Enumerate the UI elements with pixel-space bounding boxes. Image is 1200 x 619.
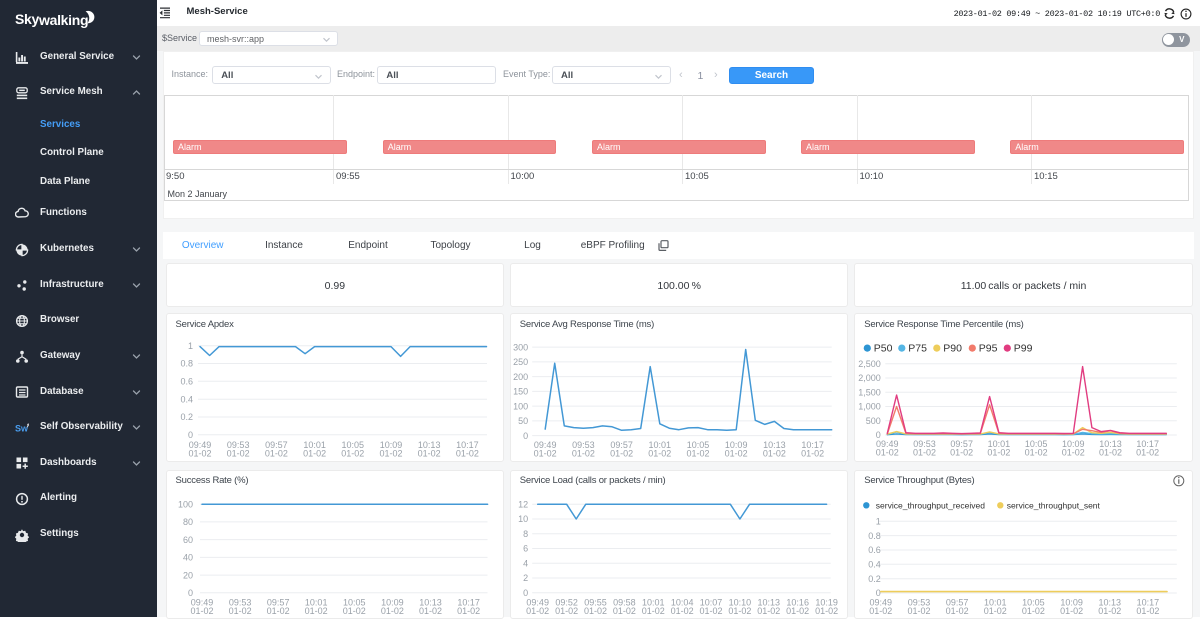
- svg-text:0: 0: [523, 588, 528, 598]
- svg-text:0: 0: [187, 588, 192, 598]
- svg-text:01-02: 01-02: [1098, 606, 1121, 616]
- svg-text:2,000: 2,000: [858, 374, 881, 384]
- svg-text:01-02: 01-02: [763, 449, 786, 459]
- svg-text:01-02: 01-02: [264, 449, 287, 459]
- svg-text:300: 300: [513, 343, 528, 353]
- svg-text:0: 0: [187, 430, 192, 440]
- svg-text:01-02: 01-02: [699, 606, 722, 616]
- svg-text:0.8: 0.8: [180, 359, 193, 369]
- svg-text:01-02: 01-02: [908, 606, 931, 616]
- svg-text:01-02: 01-02: [670, 606, 693, 616]
- svg-text:01-02: 01-02: [417, 449, 440, 459]
- svg-text:2: 2: [523, 573, 528, 583]
- svg-text:01-02: 01-02: [648, 449, 671, 459]
- svg-text:200: 200: [513, 372, 528, 382]
- svg-text:01-02: 01-02: [686, 449, 709, 459]
- svg-text:01-02: 01-02: [533, 449, 556, 459]
- svg-text:01-02: 01-02: [379, 449, 402, 459]
- svg-text:100: 100: [177, 500, 192, 510]
- svg-text:01-02: 01-02: [455, 449, 478, 459]
- svg-text:01-02: 01-02: [610, 449, 633, 459]
- svg-text:0.4: 0.4: [180, 395, 193, 405]
- svg-text:0.2: 0.2: [868, 574, 881, 584]
- svg-text:80: 80: [182, 517, 192, 527]
- svg-text:01-02: 01-02: [801, 449, 824, 459]
- svg-text:service_throughput_sent: service_throughput_sent: [1007, 500, 1101, 510]
- svg-text:01-02: 01-02: [946, 606, 969, 616]
- svg-text:01-02: 01-02: [457, 606, 480, 616]
- svg-text:01-02: 01-02: [728, 606, 751, 616]
- svg-text:150: 150: [513, 387, 528, 397]
- svg-text:P50: P50: [874, 343, 893, 355]
- svg-text:20: 20: [182, 570, 192, 580]
- svg-text:P75: P75: [908, 343, 927, 355]
- svg-text:500: 500: [866, 416, 881, 426]
- svg-text:1: 1: [876, 517, 881, 527]
- svg-text:01-02: 01-02: [228, 606, 251, 616]
- svg-text:0.4: 0.4: [868, 560, 881, 570]
- svg-text:01-02: 01-02: [304, 606, 327, 616]
- svg-text:40: 40: [182, 553, 192, 563]
- svg-text:P90: P90: [943, 343, 962, 355]
- svg-text:01-02: 01-02: [226, 449, 249, 459]
- svg-text:4: 4: [523, 559, 528, 569]
- svg-text:8: 8: [523, 529, 528, 539]
- svg-text:01-02: 01-02: [526, 606, 549, 616]
- svg-text:01-02: 01-02: [1022, 606, 1045, 616]
- svg-text:P95: P95: [979, 343, 998, 355]
- svg-text:01-02: 01-02: [380, 606, 403, 616]
- svg-text:01-02: 01-02: [815, 606, 838, 616]
- svg-text:01-02: 01-02: [786, 606, 809, 616]
- svg-text:01-02: 01-02: [724, 449, 747, 459]
- svg-text:01-02: 01-02: [555, 606, 578, 616]
- svg-text:1,500: 1,500: [858, 388, 881, 398]
- svg-text:01-02: 01-02: [988, 448, 1011, 458]
- svg-text:01-02: 01-02: [757, 606, 780, 616]
- svg-text:2,500: 2,500: [858, 359, 881, 369]
- svg-text:0: 0: [523, 431, 528, 441]
- svg-text:01-02: 01-02: [1062, 448, 1085, 458]
- svg-text:12: 12: [518, 500, 528, 510]
- svg-text:01-02: 01-02: [190, 606, 213, 616]
- svg-text:service_throughput_received: service_throughput_received: [876, 500, 985, 510]
- svg-text:01-02: 01-02: [188, 449, 211, 459]
- svg-text:01-02: 01-02: [418, 606, 441, 616]
- svg-text:01-02: 01-02: [869, 606, 892, 616]
- svg-text:100: 100: [513, 402, 528, 412]
- svg-text:01-02: 01-02: [913, 448, 936, 458]
- svg-text:1,000: 1,000: [858, 402, 881, 412]
- svg-text:250: 250: [513, 357, 528, 367]
- svg-text:0.6: 0.6: [868, 545, 881, 555]
- svg-text:1: 1: [187, 341, 192, 351]
- svg-text:01-02: 01-02: [342, 606, 365, 616]
- svg-text:01-02: 01-02: [1025, 448, 1048, 458]
- svg-text:0.6: 0.6: [180, 377, 193, 387]
- svg-text:01-02: 01-02: [1136, 448, 1159, 458]
- svg-text:01-02: 01-02: [876, 448, 899, 458]
- svg-text:01-02: 01-02: [1137, 606, 1160, 616]
- svg-text:P99: P99: [1014, 343, 1033, 355]
- svg-text:0.8: 0.8: [868, 531, 881, 541]
- svg-text:01-02: 01-02: [642, 606, 665, 616]
- svg-text:6: 6: [523, 544, 528, 554]
- svg-text:Sw: Sw: [15, 423, 29, 433]
- svg-text:01-02: 01-02: [303, 449, 326, 459]
- svg-text:01-02: 01-02: [1099, 448, 1122, 458]
- svg-text:0.2: 0.2: [180, 413, 193, 423]
- svg-text:01-02: 01-02: [266, 606, 289, 616]
- svg-text:01-02: 01-02: [613, 606, 636, 616]
- svg-text:50: 50: [518, 416, 528, 426]
- svg-text:10: 10: [518, 514, 528, 524]
- svg-text:01-02: 01-02: [984, 606, 1007, 616]
- svg-text:01-02: 01-02: [341, 449, 364, 459]
- svg-text:01-02: 01-02: [950, 448, 973, 458]
- svg-text:60: 60: [182, 535, 192, 545]
- svg-text:01-02: 01-02: [584, 606, 607, 616]
- svg-text:01-02: 01-02: [572, 449, 595, 459]
- svg-text:01-02: 01-02: [1060, 606, 1083, 616]
